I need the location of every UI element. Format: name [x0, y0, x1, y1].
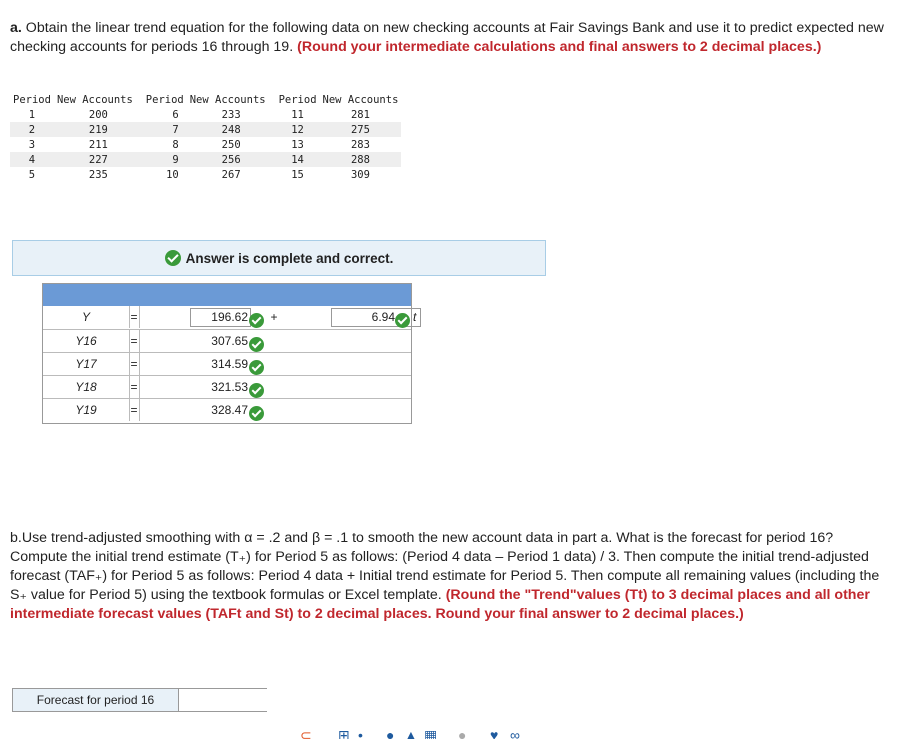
table-cell: 275: [319, 122, 402, 137]
row-label: Y17: [43, 353, 130, 375]
header-accounts-2: New Accounts: [189, 94, 266, 106]
table-cell: 267: [221, 168, 241, 181]
row-label: Y19: [43, 399, 130, 421]
table-row: 1 200 6 233 11 281: [10, 107, 401, 122]
table-cell: 256: [186, 152, 276, 167]
header-accounts-3: New Accounts: [322, 94, 399, 106]
table-cell: 309: [350, 168, 370, 181]
table-cell: 219: [53, 122, 143, 137]
y-label: Y: [43, 306, 130, 328]
forecast-row-y19: Y19 = 328.47: [43, 398, 411, 424]
t-variable: t: [413, 310, 417, 324]
table-cell: 211: [88, 138, 108, 151]
table-cell: 5: [28, 168, 36, 181]
table-cell: 11: [291, 108, 304, 121]
data-table-header: Period New Accounts Period New Accounts …: [10, 93, 401, 107]
toolbar-icon: ●: [386, 727, 395, 739]
table-row: 3 211 8 250 13 283: [10, 137, 401, 152]
table-cell: 235: [88, 168, 108, 181]
header-accounts-1: New Accounts: [56, 94, 133, 106]
table-cell: 3: [28, 138, 36, 151]
data-table: Period New Accounts Period New Accounts …: [10, 93, 402, 182]
slope-value: 6.94: [371, 310, 395, 324]
answer-value[interactable]: 314.59: [190, 353, 248, 375]
header-period-2: Period: [145, 94, 184, 106]
answer-status-text: Answer is complete and correct.: [185, 250, 394, 266]
toolbar-icon: ⊂: [300, 727, 312, 739]
table-cell: 14: [275, 152, 320, 167]
answer-value[interactable]: 321.53: [190, 376, 248, 398]
answer-value[interactable]: 328.47: [190, 399, 248, 421]
row-label: Y16: [43, 330, 130, 352]
toolbar-icon: ▲: [404, 727, 418, 739]
table-row: 4 227 9 256 14 288: [10, 152, 402, 167]
table-cell: 283: [350, 138, 370, 151]
equals-sign: =: [129, 376, 140, 398]
toolbar-strip: ⊂ ⊞ • ● ▲ ▦ ● ♥ ∞: [300, 725, 530, 739]
part-b-question: b.Use trend-adjusted smoothing with α = …: [10, 529, 890, 624]
header-period-1: Period: [13, 94, 51, 106]
table-cell: 15: [291, 168, 304, 181]
table-cell: 13: [291, 138, 304, 151]
forecast-label: Forecast for period 16: [13, 689, 179, 711]
equation-row: Y = 196.62 + 6.94 t: [43, 306, 421, 331]
table-cell: 233: [221, 108, 241, 121]
table-cell: 4: [10, 152, 54, 167]
equals-sign: =: [129, 353, 140, 375]
table-cell: 281: [350, 108, 370, 121]
table-cell: 7: [142, 122, 187, 137]
checkmark-icon: [395, 309, 410, 331]
table-cell: 6: [172, 108, 179, 121]
table-row: 2 219 7 248 12 275: [10, 122, 402, 137]
checkmark-icon: [249, 309, 264, 331]
header-period-3: Period: [278, 94, 317, 106]
answer-value[interactable]: 307.65: [190, 330, 248, 352]
forecast-period-16-row: Forecast for period 16: [12, 688, 267, 712]
answer-grid-header: [43, 284, 411, 306]
table-cell: 288: [319, 152, 402, 167]
toolbar-icon: ▦: [424, 727, 438, 739]
table-cell: 9: [142, 152, 187, 167]
equals-sign: =: [129, 330, 140, 352]
forecast-input[interactable]: [179, 689, 267, 711]
toolbar-icon: ♥: [490, 727, 499, 739]
table-cell: 12: [275, 122, 320, 137]
equals-sign: =: [129, 306, 140, 328]
forecast-row-y18: Y18 = 321.53: [43, 375, 411, 399]
plus-sign: +: [270, 310, 278, 324]
part-a-instruction: (Round your intermediate calculations an…: [297, 39, 822, 55]
part-a-question: a. Obtain the linear trend equation for …: [10, 19, 890, 57]
table-row: 5 235 10 267 15 309: [10, 167, 401, 182]
answer-status-banner: Answer is complete and correct.: [12, 240, 546, 276]
forecast-row-y17: Y17 = 314.59: [43, 352, 411, 376]
toolbar-icon: •: [358, 727, 363, 739]
table-cell: 248: [186, 122, 276, 137]
forecast-row-y16: Y16 = 307.65: [43, 329, 411, 353]
table-cell: 227: [53, 152, 143, 167]
table-cell: 10: [166, 168, 179, 181]
table-cell: 2: [10, 122, 54, 137]
table-cell: 250: [221, 138, 241, 151]
part-a-letter: a.: [10, 20, 22, 36]
table-cell: 200: [88, 108, 108, 121]
equals-sign: =: [129, 399, 140, 421]
table-cell: 1: [28, 108, 36, 121]
checkmark-icon: [164, 250, 181, 266]
row-label: Y18: [43, 376, 130, 398]
table-cell: 8: [172, 138, 179, 151]
answer-grid: Y = 196.62 + 6.94 t Y16 = 307.65 Y17 = 3…: [42, 283, 421, 424]
intercept-value: 196.62: [211, 310, 248, 324]
toolbar-icon: ∞: [510, 727, 520, 739]
toolbar-icon: ⊞: [338, 727, 350, 739]
toolbar-icon: ●: [458, 727, 467, 739]
checkmark-icon: [249, 402, 264, 424]
